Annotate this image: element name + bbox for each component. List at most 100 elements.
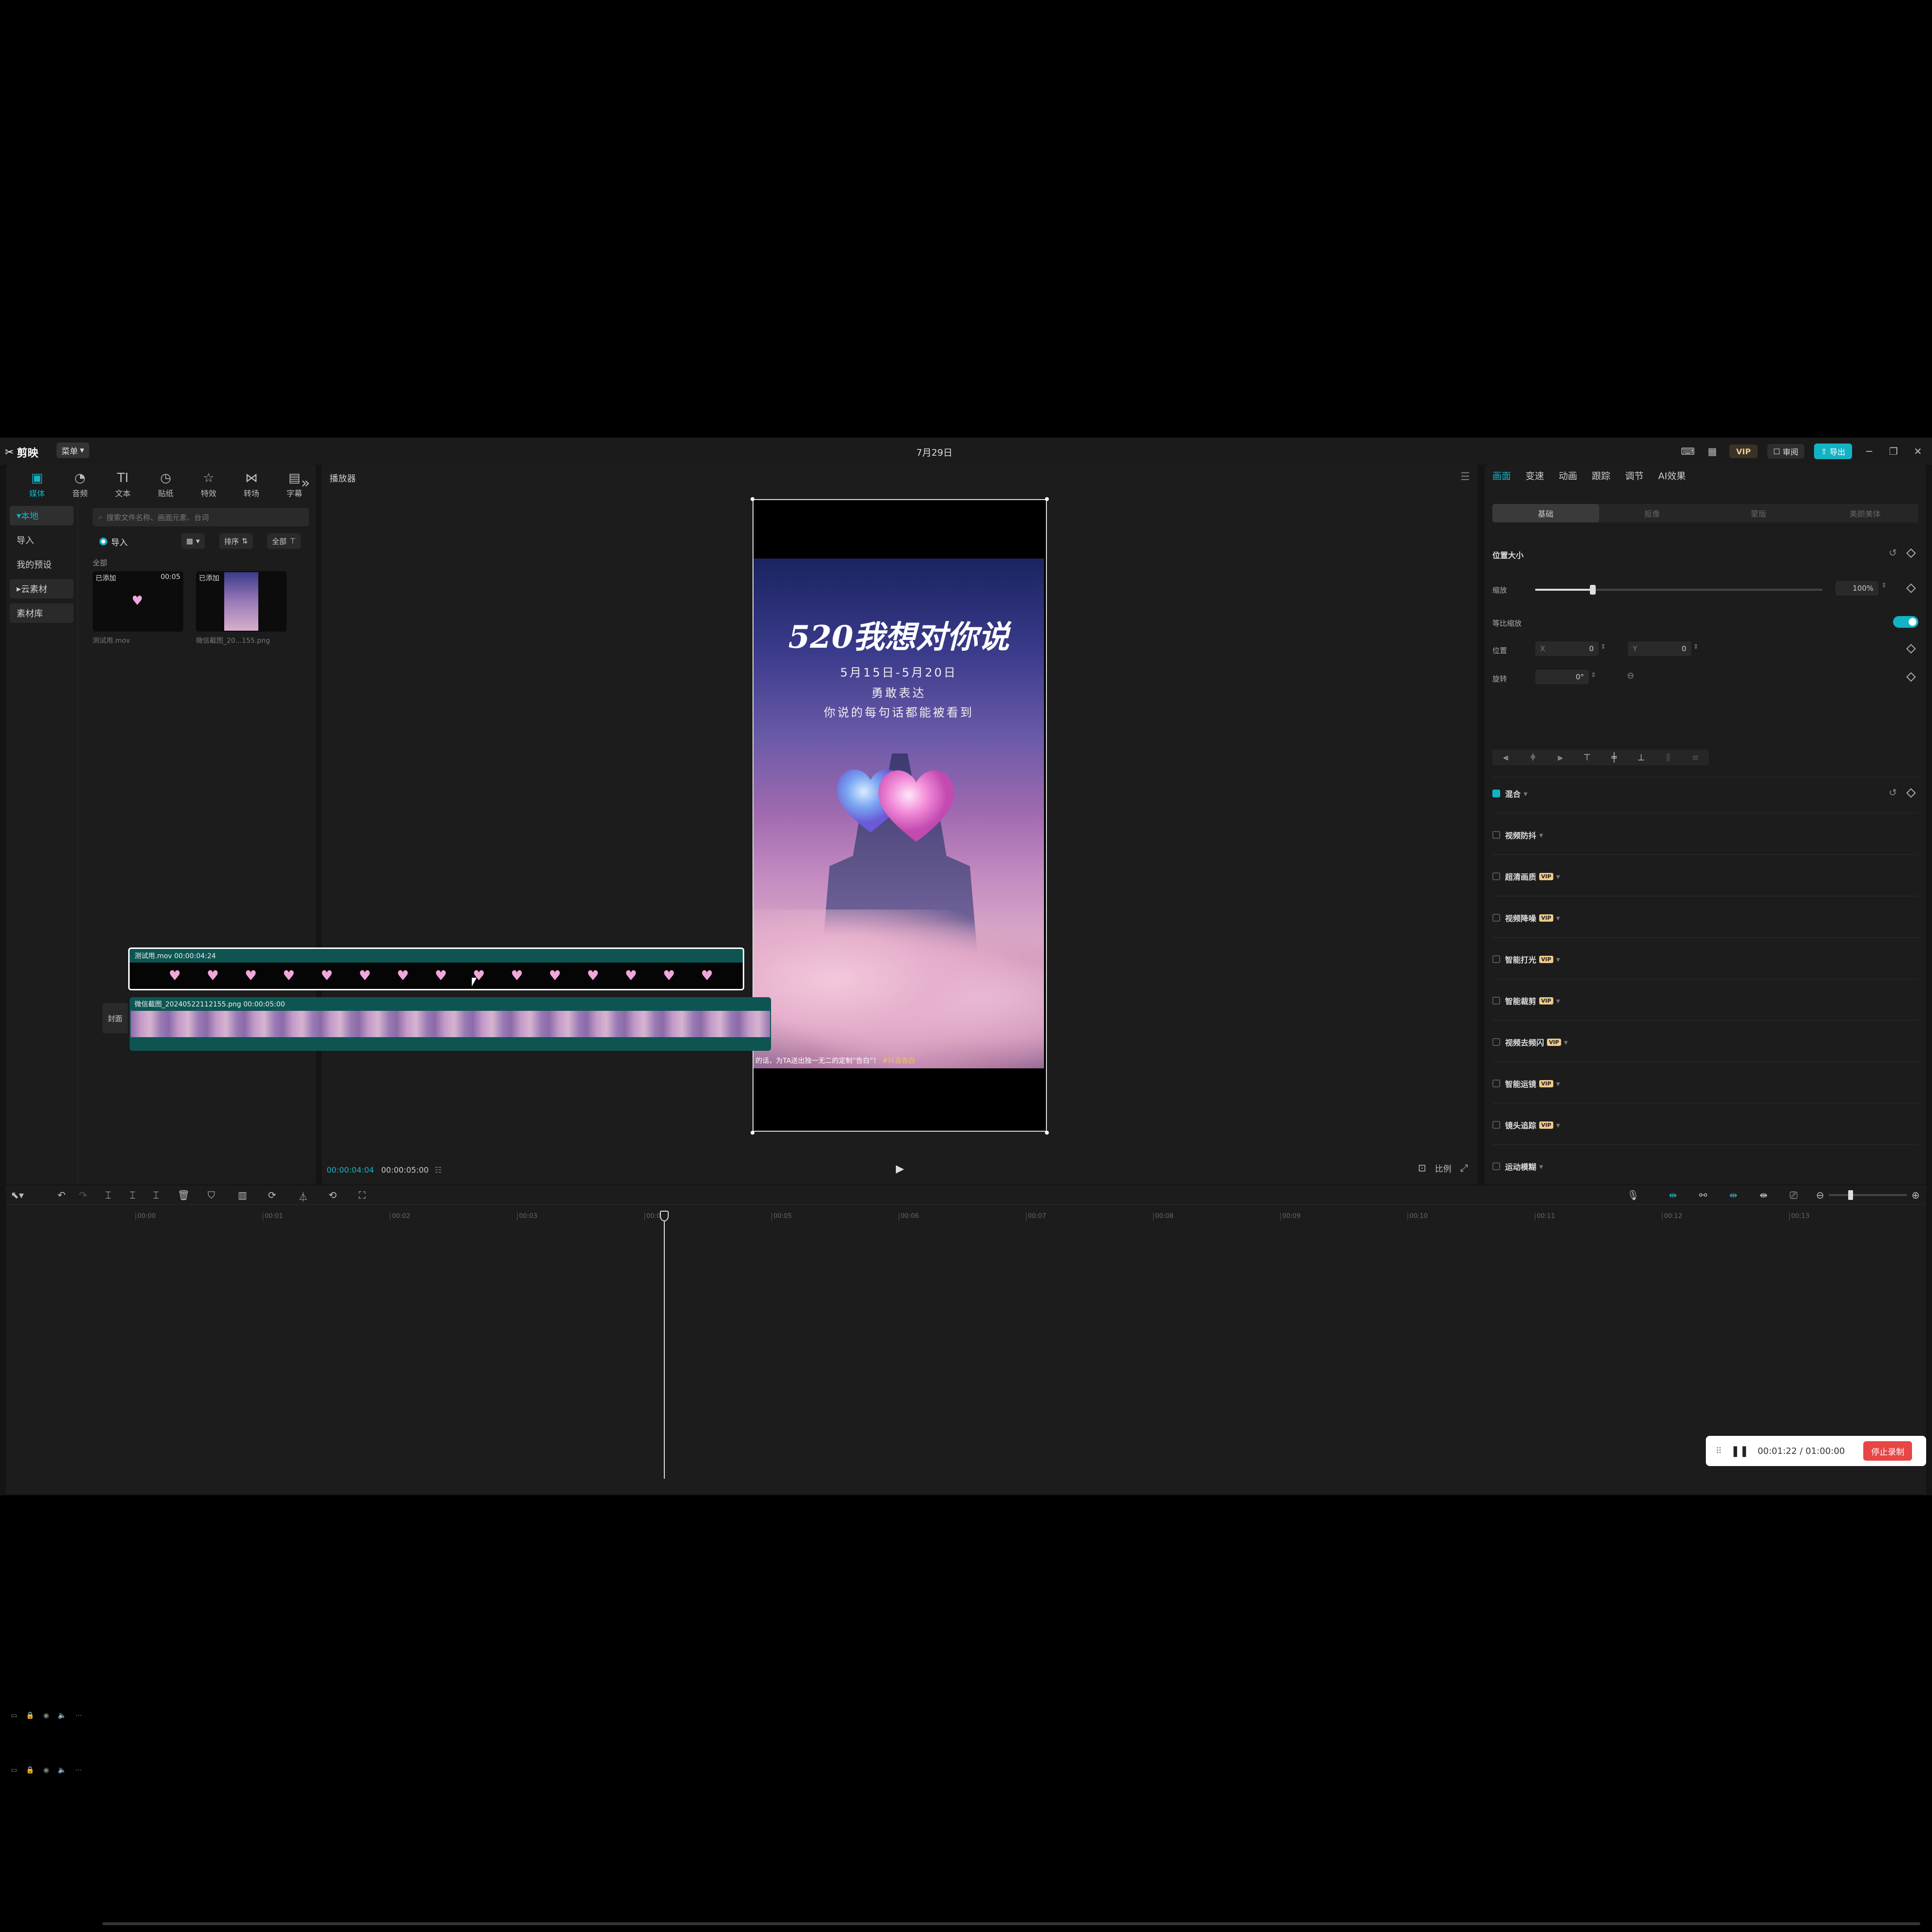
reverse-icon[interactable]: ⟳: [268, 1189, 276, 1201]
scale-slider[interactable]: [1535, 585, 1823, 595]
preview-quality-icon[interactable]: ⎚: [1790, 1189, 1797, 1201]
undo-icon[interactable]: ↶: [58, 1189, 66, 1201]
play-button[interactable]: ▶: [896, 1163, 904, 1175]
option-row[interactable]: 视频降噪 VIP ▾: [1505, 912, 1560, 924]
option-checkbox[interactable]: [1492, 790, 1500, 797]
sort-button[interactable]: 排序 ⇅: [219, 533, 253, 549]
zoom-out-icon[interactable]: ⊖: [1816, 1189, 1824, 1201]
media-item-image[interactable]: 已添加: [196, 571, 287, 632]
stepper-icon[interactable]: ⇕: [1881, 582, 1887, 589]
option-checkbox[interactable]: [1492, 1038, 1500, 1046]
microphone-icon[interactable]: 🎙: [1627, 1189, 1639, 1201]
option-checkbox[interactable]: [1492, 914, 1500, 922]
option-checkbox[interactable]: [1492, 872, 1500, 880]
playhead[interactable]: [664, 1211, 665, 1479]
tab-speed[interactable]: 变速: [1526, 469, 1544, 482]
align-left-icon[interactable]: ⫷: [1492, 753, 1520, 763]
tab-picture[interactable]: 画面: [1492, 469, 1511, 482]
tool-transition[interactable]: ⋈ 转场: [230, 469, 273, 501]
search-input[interactable]: ⌕ 搜索文件名称、画面元素、台词: [93, 508, 309, 526]
option-row[interactable]: 视频去频闪 VIP ▾: [1505, 1036, 1568, 1048]
align-top-icon[interactable]: ⊤: [1574, 753, 1601, 763]
more-icon[interactable]: ⋯: [75, 1712, 82, 1719]
option-row[interactable]: 智能运镜 VIP ▾: [1505, 1078, 1560, 1089]
zoom-slider[interactable]: [1829, 1190, 1907, 1200]
pause-icon[interactable]: ❚❚: [1731, 1445, 1749, 1457]
marker-icon[interactable]: ⛉: [208, 1189, 215, 1201]
sidebar-item-cloud[interactable]: ▸ 云素材: [10, 579, 74, 599]
subtab-basic[interactable]: 基础: [1492, 504, 1599, 522]
lock-icon[interactable]: 🔒: [26, 1766, 34, 1774]
layout-icon[interactable]: ▦: [1705, 445, 1719, 458]
stepper-icon[interactable]: ⇕: [1591, 672, 1596, 679]
distribute-h-icon[interactable]: ⫼: [1655, 753, 1682, 763]
track-toggle-icon[interactable]: ▭: [11, 1712, 17, 1719]
split-left-icon[interactable]: ⌶: [130, 1189, 135, 1201]
review-button[interactable]: ☐ 审阅: [1767, 444, 1804, 459]
more-tools-icon[interactable]: »: [301, 475, 310, 492]
freeze-icon[interactable]: ▥: [238, 1189, 247, 1201]
view-mode-button[interactable]: ▦ ▾: [181, 533, 205, 549]
tab-ai-effects[interactable]: AI效果: [1658, 469, 1686, 482]
option-checkbox[interactable]: [1492, 1080, 1500, 1087]
align-bottom-icon[interactable]: ⊥: [1628, 753, 1655, 763]
preview-canvas[interactable]: 520我想对你说 5月15日-5月20日 勇敢表达 你说的每句话都能被看到 的话…: [753, 499, 1047, 1132]
playhead-handle[interactable]: [660, 1211, 669, 1221]
stop-recording-button[interactable]: 停止录制: [1863, 1441, 1913, 1461]
ratio-button[interactable]: 比例: [1435, 1162, 1451, 1174]
tab-adjust[interactable]: 调节: [1625, 469, 1643, 482]
tab-animation[interactable]: 动画: [1559, 469, 1577, 482]
preview-axis-icon[interactable]: ⇹: [1729, 1189, 1738, 1201]
option-checkbox[interactable]: [1492, 831, 1500, 839]
time-ruler[interactable]: 00:00 00:01 00:02 00:03 00:04 00:05 00:06 00:07…: [135, 1213, 1926, 1222]
link-icon[interactable]: ⚯: [1699, 1189, 1707, 1201]
scale-input[interactable]: 100%: [1835, 581, 1878, 596]
tool-text[interactable]: TI 文本: [101, 469, 144, 501]
keyframe-icon[interactable]: [1906, 788, 1916, 798]
option-row[interactable]: 镜头追踪 VIP ▾: [1505, 1119, 1560, 1131]
sidebar-item-local[interactable]: ▾ 本地: [10, 506, 74, 525]
uniform-scale-toggle[interactable]: [1893, 616, 1918, 628]
mirror-icon[interactable]: ⏃: [298, 1189, 308, 1203]
crop-icon[interactable]: ⛶: [359, 1189, 366, 1201]
stepper-icon[interactable]: ⇕: [1601, 643, 1606, 651]
sidebar-item-presets[interactable]: 我的预设: [10, 555, 74, 574]
sidebar-item-library[interactable]: 素材库: [10, 603, 74, 623]
align-center-h-icon[interactable]: ⫩: [1520, 753, 1547, 763]
minimize-icon[interactable]: ─: [1862, 445, 1876, 458]
subtab-mask[interactable]: 蒙版: [1705, 504, 1812, 522]
align-right-icon[interactable]: ⫸: [1546, 753, 1574, 763]
snap-icon[interactable]: ⇼: [1759, 1189, 1768, 1201]
cover-button[interactable]: 封面: [102, 1003, 128, 1033]
slider-knob[interactable]: [1590, 585, 1596, 595]
redo-icon[interactable]: ↷: [79, 1189, 87, 1201]
option-row[interactable]: 智能打光 VIP ▾: [1505, 953, 1560, 965]
split-right-icon[interactable]: ⌶: [153, 1189, 159, 1201]
option-checkbox[interactable]: [1492, 997, 1500, 1005]
reset-icon[interactable]: ↺: [1889, 547, 1897, 559]
tab-tracking[interactable]: 跟踪: [1592, 469, 1610, 482]
drag-handle-icon[interactable]: ⠿: [1716, 1446, 1722, 1456]
keyframe-icon[interactable]: [1906, 583, 1916, 593]
lock-icon[interactable]: 🔒: [26, 1712, 34, 1719]
option-row[interactable]: 运动模糊 ▾: [1505, 1160, 1543, 1172]
keyframe-icon[interactable]: [1906, 644, 1916, 654]
subtab-beauty[interactable]: 美颜美体: [1812, 504, 1919, 522]
resize-handle[interactable]: [751, 1131, 754, 1135]
timecode-menu-icon[interactable]: ☷: [435, 1165, 442, 1175]
rotate-dial-icon[interactable]: ⊖: [1627, 671, 1634, 681]
menu-icon[interactable]: ☰: [1460, 471, 1470, 483]
option-row[interactable]: 视频防抖 ▾: [1505, 829, 1543, 841]
image-clip[interactable]: 微信截图_20240522112155.png 00:00:05:00: [130, 997, 771, 1051]
option-row[interactable]: 混合 ▾: [1505, 788, 1527, 799]
split-icon[interactable]: ⌶: [105, 1189, 111, 1201]
visibility-icon[interactable]: ◉: [43, 1712, 49, 1719]
option-row[interactable]: 超清画质 VIP ▾: [1505, 870, 1560, 882]
distribute-v-icon[interactable]: ≡: [1682, 753, 1709, 763]
tool-media[interactable]: ▣ 媒体: [16, 469, 58, 501]
main-track-link-icon[interactable]: ⇹: [1669, 1189, 1677, 1201]
tool-effects[interactable]: ☆ 特效: [187, 469, 230, 501]
visibility-icon[interactable]: ◉: [43, 1766, 49, 1774]
track-toggle-icon[interactable]: ▭: [11, 1766, 17, 1774]
mute-icon[interactable]: 🔈: [58, 1712, 66, 1719]
